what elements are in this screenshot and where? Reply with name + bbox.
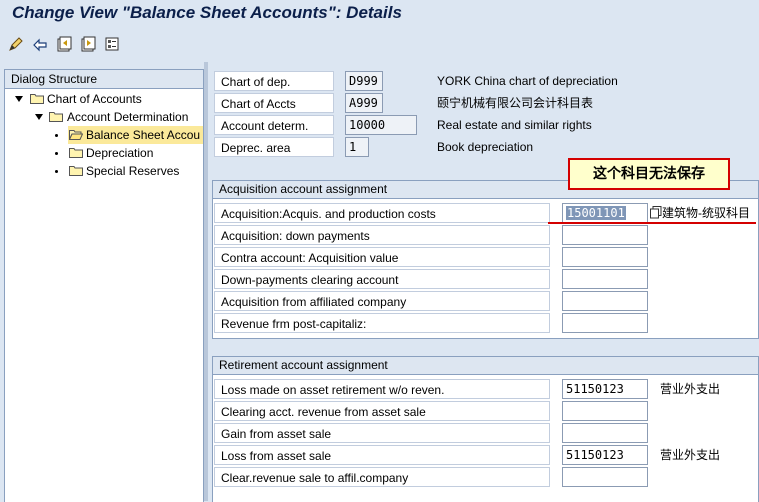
window-title: Change View "Balance Sheet Accounts": De…	[12, 3, 402, 22]
loss-retirement-input[interactable]: 51150123	[562, 379, 648, 399]
deprec-area-label: Deprec. area	[214, 137, 334, 157]
clearing-revenue-input[interactable]	[562, 401, 648, 421]
gain-asset-sale-label: Gain from asset sale	[214, 423, 550, 443]
open-folder-icon	[69, 130, 83, 140]
clearing-revenue-label: Clearing acct. revenue from asset sale	[214, 401, 550, 421]
details-area: Chart of dep. D999 YORK China chart of d…	[212, 64, 759, 502]
down-payments-clearing-input[interactable]	[562, 269, 648, 289]
other-entry-icon[interactable]	[32, 36, 48, 52]
chart-of-accts-label: Chart of Accts	[214, 93, 334, 113]
loss-asset-sale-desc: 营业外支出	[660, 448, 721, 462]
gain-asset-sale-input[interactable]	[562, 423, 648, 443]
tree-label: Account Determination	[67, 110, 189, 124]
copy-icon[interactable]	[650, 206, 662, 219]
chart-of-dep-value[interactable]: D999	[345, 71, 383, 91]
splitter-bar[interactable]	[204, 62, 208, 501]
clear-revenue-affil-label: Clear.revenue sale to affil.company	[214, 467, 550, 487]
revenue-post-capitaliz-input[interactable]	[562, 313, 648, 333]
tree-label: Special Reserves	[86, 164, 180, 178]
chart-of-dep-desc: YORK China chart of depreciation	[437, 74, 618, 88]
previous-entry-icon[interactable]	[56, 36, 72, 52]
variable-list-icon[interactable]	[104, 36, 120, 52]
tree-node-balance-sheet-accounts[interactable]: Balance Sheet Accou	[13, 126, 203, 144]
tree-label: Balance Sheet Accou	[86, 128, 201, 142]
acq-affiliated-input[interactable]	[562, 291, 648, 311]
acq-down-payments-input[interactable]	[562, 225, 648, 245]
deprec-area-value[interactable]: 1	[345, 137, 369, 157]
contra-account-label: Contra account: Acquisition value	[214, 247, 550, 267]
annotation-underline	[548, 222, 756, 224]
tree-node-chart-of-accounts[interactable]: Chart of Accounts	[13, 90, 203, 108]
next-entry-icon[interactable]	[80, 36, 96, 52]
loss-retirement-label: Loss made on asset retirement w/o reven.	[214, 379, 550, 399]
revenue-post-capitaliz-label: Revenue frm post-capitaliz:	[214, 313, 550, 333]
account-determ-value[interactable]: 10000	[345, 115, 417, 135]
expand-triangle-icon[interactable]	[15, 96, 23, 102]
tree-node-depreciation[interactable]: Depreciation	[13, 144, 203, 162]
clear-revenue-affil-input[interactable]	[562, 467, 648, 487]
retirement-group-title: Retirement account assignment	[213, 357, 758, 375]
folder-icon	[30, 94, 44, 104]
application-toolbar	[0, 28, 759, 62]
folder-icon	[69, 166, 83, 176]
folder-icon	[69, 148, 83, 158]
loss-asset-sale-input[interactable]: 51150123	[562, 445, 648, 465]
chart-of-accts-desc: 颐宁机械有限公司会计科目表	[437, 96, 594, 110]
acq-production-costs-input[interactable]: 15001101	[562, 203, 648, 223]
folder-icon	[49, 112, 63, 122]
acq-down-payments-label: Acquisition: down payments	[214, 225, 550, 245]
dialog-structure-header: Dialog Structure	[5, 70, 203, 89]
tree-node-account-determination[interactable]: Account Determination	[13, 108, 203, 126]
expand-triangle-icon[interactable]	[35, 114, 43, 120]
chart-of-accts-value[interactable]: A999	[345, 93, 383, 113]
tree-node-special-reserves[interactable]: Special Reserves	[13, 162, 203, 180]
display-change-icon[interactable]	[8, 36, 24, 52]
contra-account-input[interactable]	[562, 247, 648, 267]
chart-of-dep-label: Chart of dep.	[214, 71, 334, 91]
account-determ-label: Account determ.	[214, 115, 334, 135]
down-payments-clearing-label: Down-payments clearing account	[214, 269, 550, 289]
title-bar: Change View "Balance Sheet Accounts": De…	[0, 0, 759, 28]
account-determ-desc: Real estate and similar rights	[437, 118, 592, 132]
tree-label: Depreciation	[86, 146, 154, 160]
tree-bullet	[55, 152, 58, 155]
tree-label: Chart of Accounts	[47, 92, 142, 106]
acq-production-costs-desc: 建筑物-统驭科目	[662, 206, 750, 220]
acq-production-costs-label: Acquisition:Acquis. and production costs	[214, 203, 550, 223]
tree-bullet	[55, 170, 58, 173]
loss-asset-sale-label: Loss from asset sale	[214, 445, 550, 465]
annotation-callout: 这个科目无法保存	[568, 158, 730, 190]
deprec-area-desc: Book depreciation	[437, 140, 534, 154]
tree-bullet	[55, 134, 58, 137]
selected-account-value: 15001101	[566, 206, 626, 220]
dialog-structure-panel: Dialog Structure Chart of Accounts Accou…	[4, 69, 204, 502]
loss-retirement-desc: 营业外支出	[660, 382, 721, 396]
acq-affiliated-label: Acquisition from affiliated company	[214, 291, 550, 311]
